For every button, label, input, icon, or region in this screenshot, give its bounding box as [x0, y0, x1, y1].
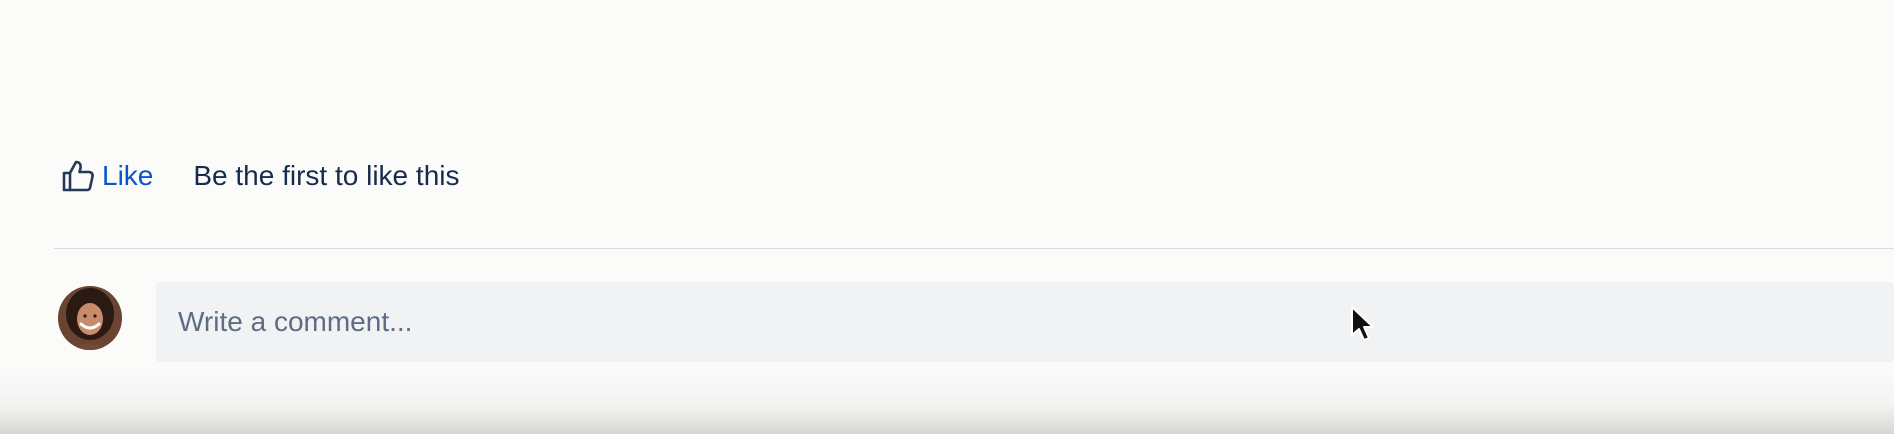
mouse-pointer-icon — [1350, 305, 1376, 343]
divider — [54, 248, 1894, 249]
avatar[interactable] — [58, 286, 122, 350]
like-row: Like Be the first to like this — [60, 150, 459, 202]
like-button[interactable]: Like — [60, 158, 153, 194]
like-summary: Be the first to like this — [193, 160, 460, 191]
page: Like Be the first to like this — [0, 0, 1894, 434]
thumbs-up-icon — [60, 158, 96, 194]
comment-input[interactable] — [156, 282, 1894, 362]
comment-row — [58, 282, 1894, 362]
bottom-shadow — [0, 370, 1894, 434]
like-label: Like — [102, 160, 154, 191]
